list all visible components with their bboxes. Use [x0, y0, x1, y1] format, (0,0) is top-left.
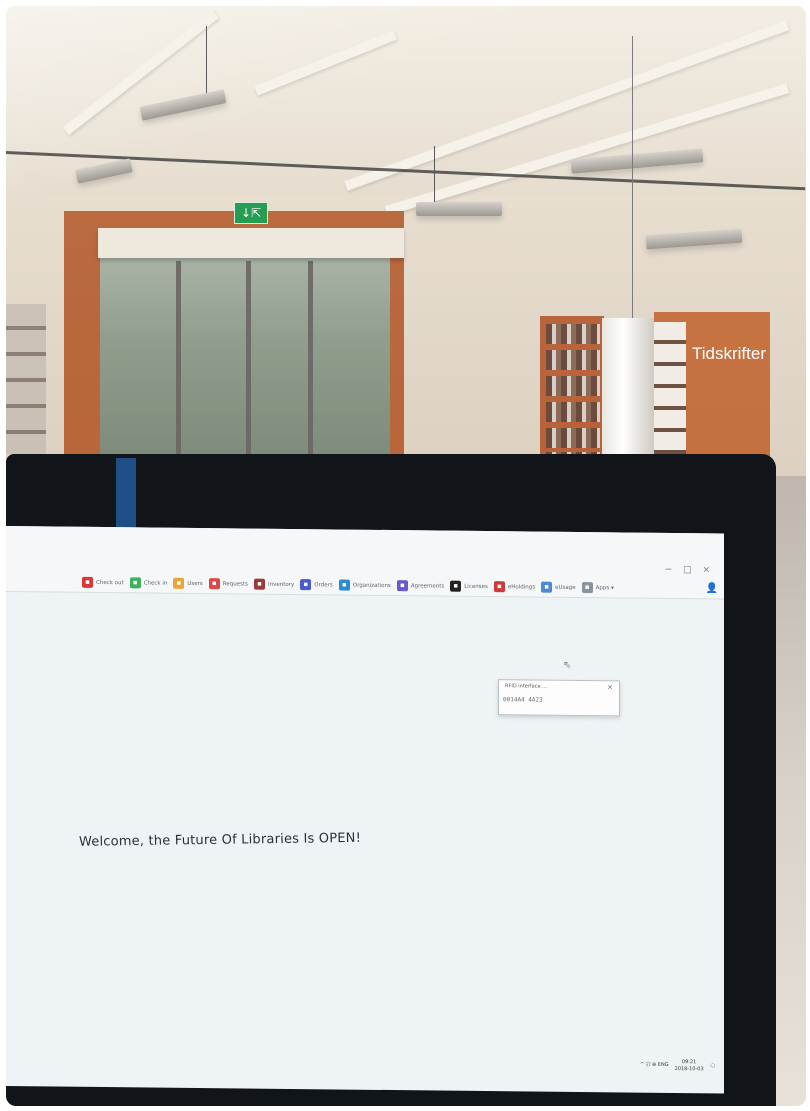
magazine-row [546, 324, 600, 344]
toolbar-item-agreements[interactable]: ▪ Agreements [396, 580, 445, 592]
toolbar-item-label: Agreements [410, 582, 445, 590]
magazine-row [546, 428, 600, 448]
laptop-hinge-accent [116, 458, 136, 530]
pendant-pole [632, 36, 633, 321]
toolbar-item-organizations[interactable]: ▪ Organizations [338, 579, 391, 591]
eusage-icon: ▪ [541, 581, 553, 593]
exit-sign: ↓⇱ [234, 202, 268, 224]
shelf-sign: Tidskrifter [692, 344, 766, 363]
clock-date: 2018-10-03 [674, 1066, 704, 1073]
notifications-icon[interactable]: 🗨 [710, 1063, 716, 1069]
taskbar-clock[interactable]: 09:21 2018-10-03 [675, 1059, 704, 1073]
laptop-screen: − □ × ▪ Check out ▪ Check in ▪ Users ▪ Requests… [6, 526, 724, 1094]
lamp-wire [434, 146, 435, 204]
toolbar-item-orders[interactable]: ▪ Orders [300, 579, 333, 591]
toolbar-item-label: Orders [314, 581, 333, 588]
toolbar-item-label: Requests [222, 580, 248, 588]
window-controls[interactable]: − □ × [665, 565, 714, 576]
toolbar-item-requests[interactable]: ▪ Requests [208, 578, 248, 590]
dialog-title: RFID interface ... [505, 683, 547, 690]
toolbar-item-label: Check in [143, 579, 168, 587]
toolbar-item-label: Licenses [464, 583, 488, 590]
toolbar-item-label: Apps ▾ [595, 584, 614, 591]
inventory-icon: ▪ [254, 578, 265, 590]
check-out-icon: ▪ [82, 576, 93, 588]
mouse-cursor-icon: ⇖ [563, 659, 572, 671]
brochure-rack [6, 304, 46, 454]
photo: ↓⇱ Tidskrifter − □ × ▪ Check out ▪ Check in… [6, 6, 806, 1106]
ceiling-lamp [416, 202, 502, 216]
door-canopy [98, 228, 404, 258]
windows-taskbar: ^ 🗊 ⊕ ENG 09:21 2018-10-03 🗨 [640, 1059, 716, 1074]
toolbar-item-eholdings[interactable]: ▪ eHoldings [493, 581, 536, 593]
door-mullion [176, 261, 181, 466]
toolbar-item-label: Inventory [268, 581, 295, 588]
check-in-icon: ▪ [129, 577, 141, 589]
dialog-field[interactable]: 0014A4 4A23 [503, 696, 543, 703]
users-icon: ▪ [173, 577, 185, 589]
rfid-dialog[interactable]: RFID interface ... × 0014A4 4A23 [498, 679, 620, 717]
organizations-icon: ▪ [338, 579, 350, 591]
toolbar-item-check-out[interactable]: ▪ Check out [82, 576, 124, 588]
clock-time: 09:21 [681, 1059, 697, 1066]
door-mullion [246, 261, 251, 466]
magazine-row [546, 402, 600, 422]
toolbar-item-label: eUsage [555, 584, 576, 591]
toolbar-item-label: eHoldings [507, 583, 536, 591]
magazine-row [546, 376, 600, 396]
agreements-icon: ▪ [396, 580, 408, 592]
orders-icon: ▪ [300, 579, 312, 591]
toolbar-item-label: Users [187, 580, 203, 587]
welcome-message: Welcome, the Future Of Libraries Is OPEN… [78, 830, 362, 850]
entrance-doors [100, 251, 390, 466]
toolbar-item-inventory[interactable]: ▪ Inventory [254, 578, 295, 590]
toolbar-item-users[interactable]: ▪ Users [173, 577, 203, 589]
toolbar-item-apps[interactable]: ▪ Apps ▾ [581, 582, 614, 594]
toolbar-item-check-in[interactable]: ▪ Check in [129, 577, 168, 589]
close-icon[interactable]: × [607, 683, 613, 691]
magazine-row [654, 322, 686, 472]
apps-icon: ▪ [581, 582, 593, 594]
magazine-row [546, 350, 600, 370]
requests-icon: ▪ [208, 578, 220, 590]
user-icon[interactable]: 👤 [706, 583, 718, 594]
licenses-icon: ▪ [450, 580, 462, 592]
toolbar-item-eusage[interactable]: ▪ eUsage [541, 581, 576, 593]
toolbar-item-label: Check out [96, 579, 124, 586]
door-mullion [308, 261, 313, 466]
toolbar-item-label: Organizations [352, 582, 391, 589]
toolbar-item-licenses[interactable]: ▪ Licenses [450, 580, 488, 592]
lamp-wire [206, 26, 207, 98]
eholdings-icon: ▪ [493, 581, 505, 593]
system-tray[interactable]: ^ 🗊 ⊕ ENG [640, 1062, 669, 1070]
